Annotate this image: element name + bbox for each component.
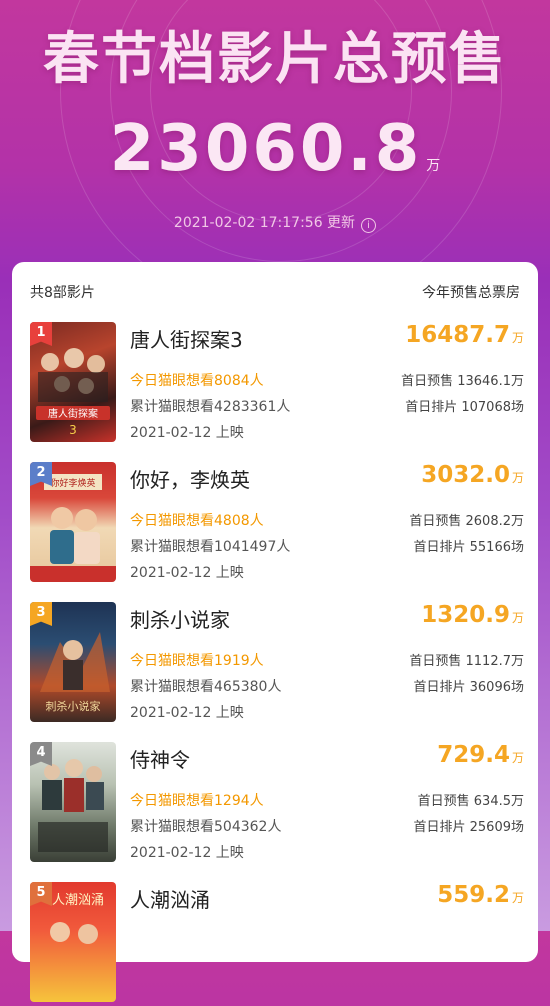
box-value: 729.4 xyxy=(437,742,510,768)
want-today: 今日猫眼想看1919人 xyxy=(130,653,264,669)
box-unit: 万 xyxy=(511,471,524,485)
presale-box-office: 3032.0 万 xyxy=(421,462,524,488)
list-header: 共8部影片 今年预售总票房 xyxy=(30,282,520,302)
movie-list-card: 共8部影片 今年预售总票房 唐人街探案 3 1 唐人街探案3 16487.7 万 … xyxy=(12,262,538,1002)
total-presale-unit: 万 xyxy=(426,158,441,174)
first-day-shows: 首日排片 36096场 xyxy=(413,680,525,695)
want-total: 累计猫眼想看504362人 xyxy=(130,819,282,835)
box-unit: 万 xyxy=(511,891,524,905)
want-today: 今日猫眼想看1294人 xyxy=(130,793,264,809)
page-title: 春节档影片总预售 xyxy=(43,27,507,92)
box-unit: 万 xyxy=(511,331,524,345)
total-presale: 23060.8 万 xyxy=(0,112,550,186)
want-today: 今日猫眼想看4808人 xyxy=(130,513,264,529)
total-presale-value: 23060.8 xyxy=(109,112,423,186)
movie-count-label: 共8部影片 xyxy=(30,285,95,301)
first-day-presale: 首日预售 13646.1万 xyxy=(401,374,524,389)
list-item[interactable]: 刺杀小说家 3 刺杀小说家 1320.9 万 今日猫眼想看1919人 首日预售 1… xyxy=(30,602,524,726)
column-label: 今年预售总票房 xyxy=(422,285,520,301)
list-item[interactable]: 你好李焕英 2 你好，李焕英 3032.0 万 今日猫眼想看4808人 首日预售 … xyxy=(30,462,524,586)
box-value: 1320.9 xyxy=(421,602,510,628)
want-today: 今日猫眼想看8084人 xyxy=(130,373,264,389)
release-date: 2021-02-12 上映 xyxy=(130,705,244,721)
movie-poster[interactable]: 刺杀小说家 3 xyxy=(30,602,116,722)
box-value: 3032.0 xyxy=(421,462,510,488)
list-item[interactable]: 人潮汹涌 5 人潮汹涌 559.2 万 xyxy=(30,882,524,1006)
movie-poster[interactable]: 人潮汹涌 5 xyxy=(30,882,116,1002)
release-date: 2021-02-12 上映 xyxy=(130,425,244,441)
box-value: 16487.7 xyxy=(405,322,510,348)
movie-poster[interactable]: 你好李焕英 2 xyxy=(30,462,116,582)
box-value: 559.2 xyxy=(437,882,510,908)
first-day-presale: 首日预售 634.5万 xyxy=(417,794,524,809)
presale-box-office: 1320.9 万 xyxy=(421,602,524,628)
movie-title[interactable]: 刺杀小说家 xyxy=(130,604,230,633)
first-day-shows: 首日排片 107068场 xyxy=(405,400,524,415)
movie-poster[interactable]: 4 xyxy=(30,742,116,862)
box-unit: 万 xyxy=(511,611,524,625)
first-day-presale: 首日预售 1112.7万 xyxy=(409,654,524,669)
poster-title-text: 刺杀小说家 xyxy=(46,699,101,713)
first-day-presale: 首日预售 2608.2万 xyxy=(409,514,524,529)
movie-title[interactable]: 你好，李焕英 xyxy=(130,464,250,493)
movie-title[interactable]: 人潮汹涌 xyxy=(130,884,210,913)
poster-title-text: 你好李焕英 xyxy=(50,477,95,489)
presale-box-office: 729.4 万 xyxy=(437,742,524,768)
first-day-shows: 首日排片 25609场 xyxy=(413,820,525,835)
info-icon[interactable]: i xyxy=(361,218,377,233)
release-date: 2021-02-12 上映 xyxy=(130,845,244,861)
box-unit: 万 xyxy=(511,751,524,765)
want-total: 累计猫眼想看1041497人 xyxy=(130,539,291,555)
update-time: 2021-02-02 17:17:56 更新 i xyxy=(0,212,550,233)
list-item[interactable]: 4 侍神令 729.4 万 今日猫眼想看1294人 首日预售 634.5万 累计猫… xyxy=(30,742,524,866)
list-item[interactable]: 唐人街探案 3 1 唐人街探案3 16487.7 万 今日猫眼想看8084人 首日… xyxy=(30,322,524,446)
movie-poster[interactable]: 唐人街探案 3 1 xyxy=(30,322,116,442)
poster-title-text: 人潮汹涌 xyxy=(52,893,104,908)
release-date: 2021-02-12 上映 xyxy=(130,565,244,581)
want-total: 累计猫眼想看4283361人 xyxy=(130,399,291,415)
movie-title[interactable]: 侍神令 xyxy=(130,744,190,773)
movie-title[interactable]: 唐人街探案3 xyxy=(130,324,243,353)
poster-title-text: 唐人街探案 xyxy=(48,407,98,420)
first-day-shows: 首日排片 55166场 xyxy=(413,540,525,555)
presale-box-office: 559.2 万 xyxy=(437,882,524,908)
update-time-text: 2021-02-02 17:17:56 更新 xyxy=(173,215,356,231)
presale-box-office: 16487.7 万 xyxy=(405,322,524,348)
svg-text:3: 3 xyxy=(69,423,77,437)
want-total: 累计猫眼想看465380人 xyxy=(130,679,282,695)
